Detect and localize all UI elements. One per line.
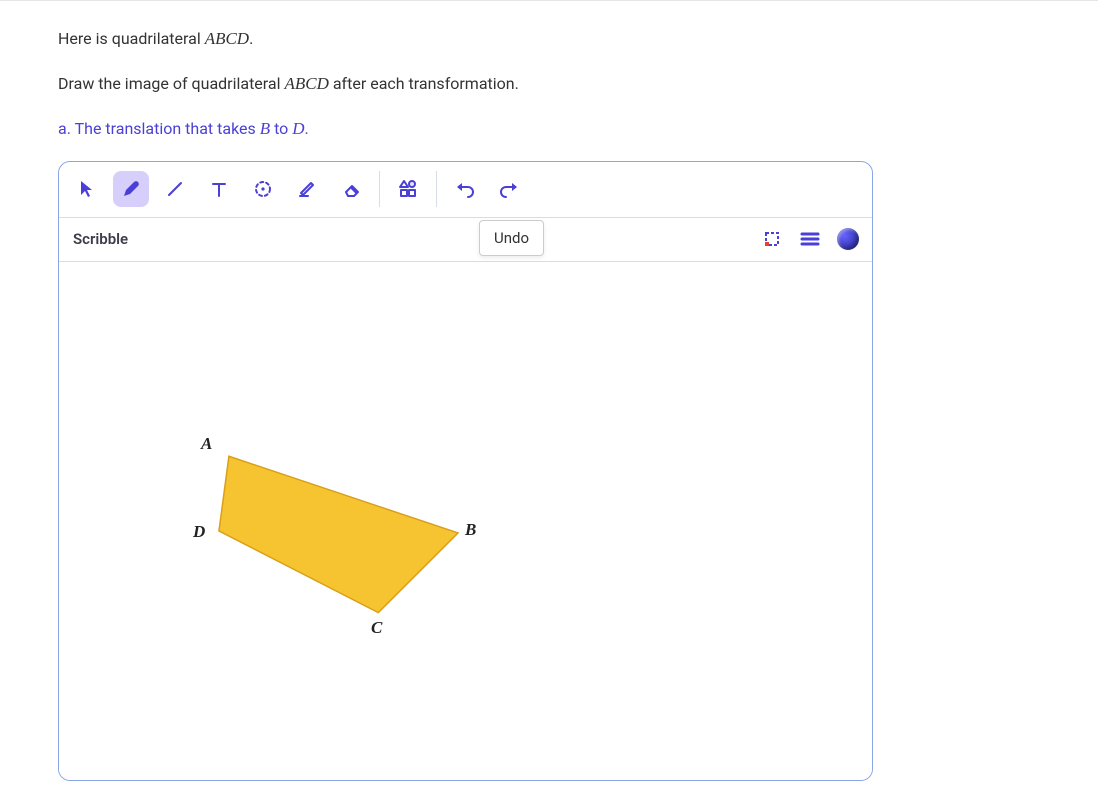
- problem-line2-pre: Draw the image of quadrilateral: [58, 74, 284, 93]
- scribble-tool[interactable]: [113, 171, 149, 207]
- drawing-toolbar: [59, 162, 872, 218]
- problem-line2-post: after each transformation.: [329, 74, 519, 93]
- redo-icon: [498, 178, 520, 200]
- tool-options-bar: Scribble: [59, 218, 872, 262]
- shapes-icon: [397, 178, 419, 200]
- subpart-a-post: .: [305, 119, 309, 138]
- line-icon: [165, 179, 185, 199]
- circle-dashed-icon: [253, 179, 273, 199]
- toolbar-divider: [379, 171, 380, 207]
- subpart-a-D: D: [292, 119, 304, 138]
- highlight-tool[interactable]: [289, 171, 325, 207]
- highlighter-icon: [296, 178, 318, 200]
- line-tool[interactable]: [157, 171, 193, 207]
- tooltip-label: Undo: [494, 229, 529, 247]
- select-tool[interactable]: [69, 171, 105, 207]
- undo-icon: [454, 178, 476, 200]
- problem-line2-math: ABCD: [284, 74, 328, 93]
- selected-tool-label: Scribble: [73, 230, 128, 248]
- pencil-icon: [121, 179, 141, 199]
- subpart-a-B: B: [260, 119, 270, 138]
- drawing-canvas[interactable]: A B C D: [59, 262, 872, 780]
- math-tool[interactable]: [390, 171, 426, 207]
- vertex-label-B: B: [465, 520, 476, 540]
- eraser-icon: [340, 178, 362, 200]
- undo-tooltip: Undo: [479, 220, 544, 256]
- problem-line1-math: ABCD: [205, 29, 249, 48]
- text-icon: [209, 179, 229, 199]
- toolbar-divider-2: [436, 171, 437, 207]
- crop-icon[interactable]: [760, 227, 784, 251]
- redo-tool[interactable]: [491, 171, 527, 207]
- vertex-label-C: C: [371, 618, 382, 638]
- lines-icon[interactable]: [798, 227, 822, 251]
- circle-tool[interactable]: [245, 171, 281, 207]
- problem-statement: Here is quadrilateral ABCD. Draw the ima…: [58, 25, 1040, 143]
- text-tool[interactable]: [201, 171, 237, 207]
- undo-tool[interactable]: [447, 171, 483, 207]
- eraser-tool[interactable]: [333, 171, 369, 207]
- drawing-workarea: Undo Scribble: [58, 161, 873, 781]
- color-icon[interactable]: [836, 227, 860, 251]
- subpart-a-pre: a. The translation that takes: [58, 119, 260, 138]
- problem-line1-pre: Here is quadrilateral: [58, 29, 205, 48]
- subpart-a-mid: to: [270, 119, 292, 138]
- cursor-icon: [77, 179, 97, 199]
- vertex-label-D: D: [193, 522, 205, 542]
- problem-line1-post: .: [249, 29, 253, 48]
- vertex-label-A: A: [201, 434, 212, 454]
